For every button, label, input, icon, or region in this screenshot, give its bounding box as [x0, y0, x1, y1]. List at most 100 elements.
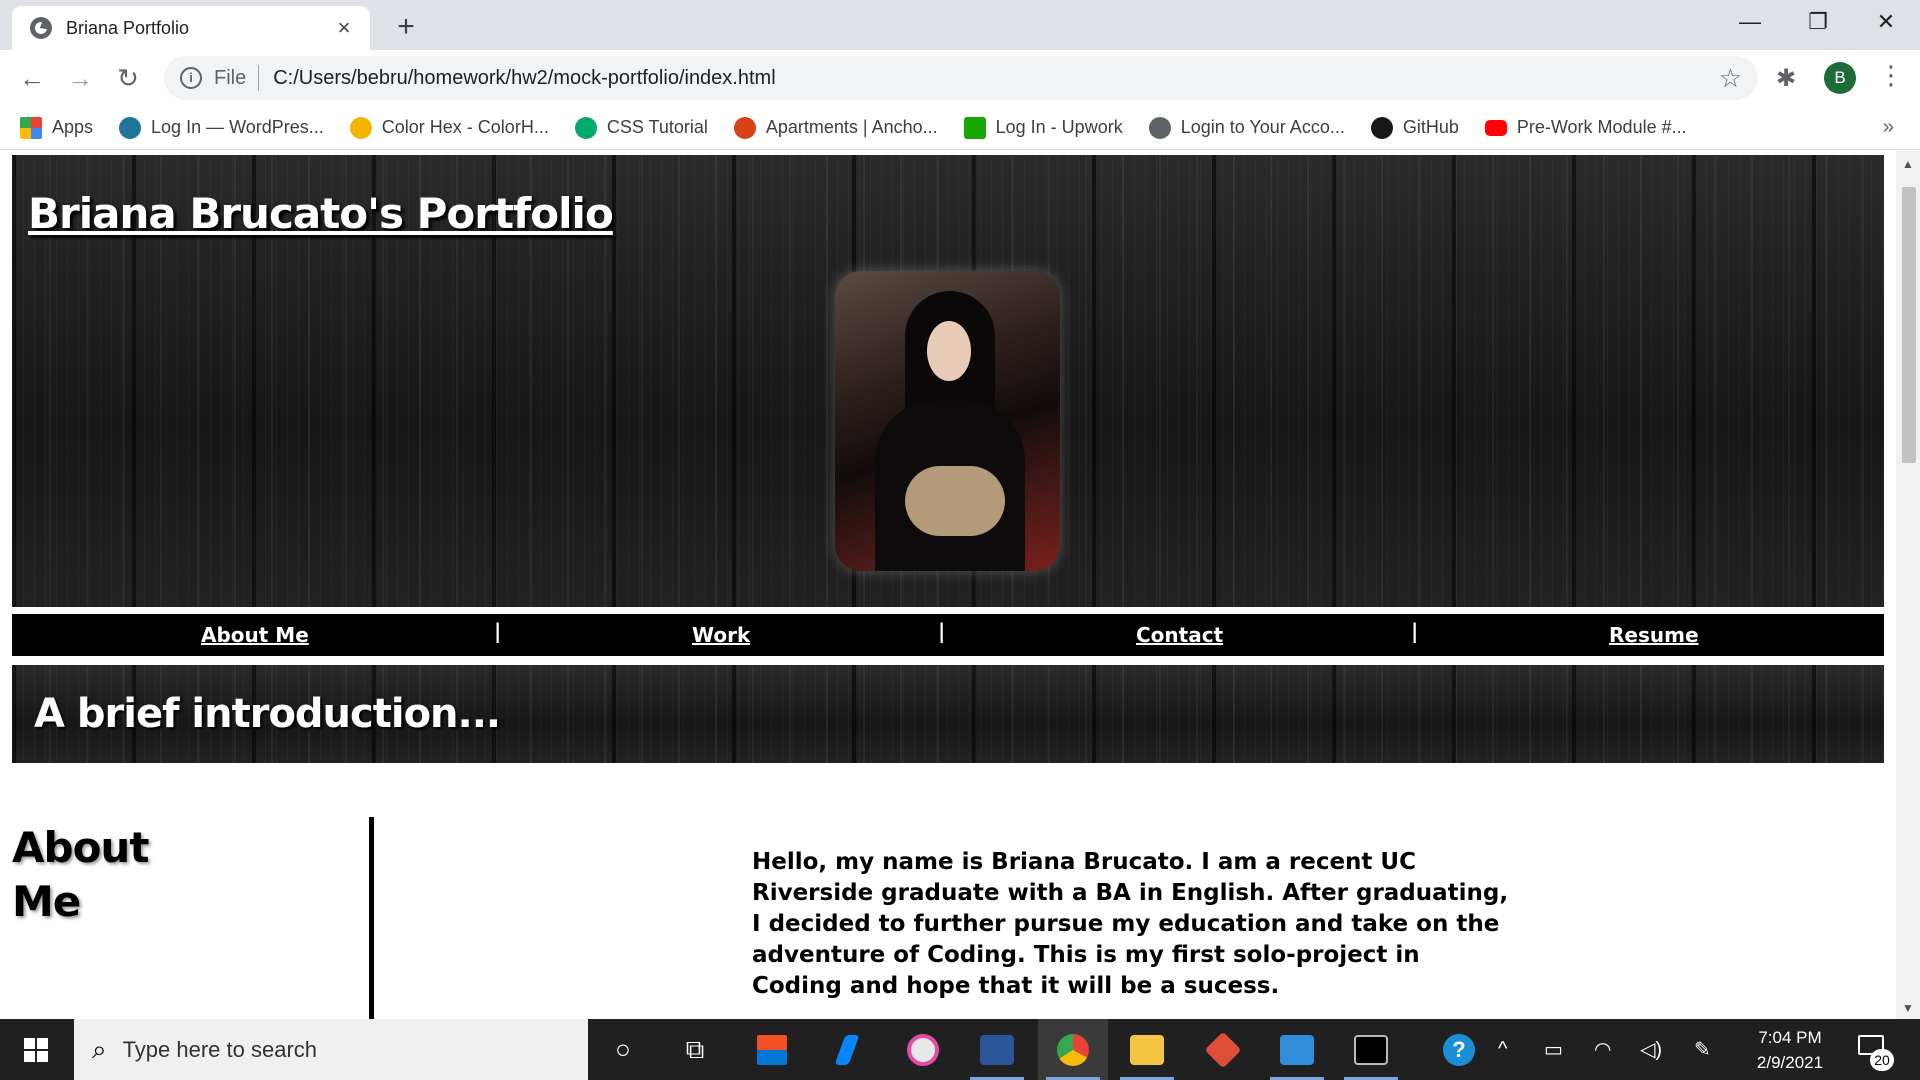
apps-grid-icon [20, 116, 42, 139]
bookmark-item[interactable]: Color Hex - ColorH... [349, 116, 549, 139]
bookmark-label: Log In — WordPres... [151, 117, 324, 137]
chrome-icon[interactable] [1038, 1019, 1108, 1080]
hero-banner: Briana Brucato's Portfolio [12, 155, 1884, 607]
cortana-icon[interactable]: ○ [588, 1019, 658, 1080]
git-gui-icon[interactable] [1188, 1019, 1258, 1080]
battery-icon[interactable]: ▭ [1544, 1019, 1563, 1080]
nav-resume[interactable]: Resume [1609, 623, 1699, 647]
help-icon[interactable]: ? [1424, 1019, 1494, 1080]
wordpress-icon [119, 116, 142, 139]
reload-button[interactable]: ↻ [110, 60, 146, 96]
terminal-icon[interactable] [1336, 1019, 1406, 1080]
bookmark-item[interactable]: Apartments | Ancho... [733, 116, 938, 139]
task-view-icon[interactable]: ⧉ [660, 1019, 730, 1080]
url-text[interactable]: C:/Users/bebru/homework/hw2/mock-portfol… [273, 67, 1718, 90]
url-scheme-label: File [214, 66, 247, 89]
page-viewport: Briana Brucato's Portfolio About Me | Wo… [0, 151, 1896, 1019]
extensions-icon[interactable]: ✱ [1776, 64, 1796, 93]
tab-briana-portfolio[interactable]: Briana Portfolio × [12, 6, 370, 50]
search-icon: ⌕ [92, 1033, 107, 1064]
scrollbar-thumb[interactable] [1902, 187, 1916, 463]
bookmark-label: GitHub [1402, 117, 1459, 137]
bookmark-item[interactable]: CSS Tutorial [574, 116, 708, 139]
globe-icon [1148, 116, 1171, 139]
bookmarks-overflow-icon[interactable]: » [1883, 116, 1894, 139]
profile-avatar[interactable]: B [1824, 62, 1856, 94]
bookmark-label: CSS Tutorial [606, 117, 708, 137]
about-heading-line2: Me [12, 877, 81, 926]
windows-logo-icon [24, 1037, 48, 1062]
new-tab-button[interactable]: + [390, 10, 422, 44]
browser-menu-icon[interactable]: ⋮ [1878, 60, 1904, 91]
scroll-up-arrow-icon[interactable]: ▲ [1896, 157, 1920, 171]
bookmark-star-icon[interactable]: ☆ [1719, 63, 1742, 94]
address-bar[interactable]: i File C:/Users/bebru/homework/hw2/mock-… [164, 56, 1758, 100]
bookmark-item[interactable]: Log In - Upwork [963, 116, 1123, 139]
clock-date: 2/9/2021 [1756, 1053, 1824, 1072]
photo-face [927, 321, 971, 381]
bookmark-label: Log In - Upwork [995, 117, 1123, 137]
vscode-icon[interactable] [1262, 1019, 1332, 1080]
youtube-icon [1484, 119, 1507, 136]
tab-title: Briana Portfolio [66, 17, 190, 38]
bookmark-item[interactable]: Apps [20, 116, 93, 139]
notifications-count: 20 [1870, 1049, 1894, 1071]
photo-dog [905, 466, 1005, 536]
wifi-icon[interactable]: ◠ [1594, 1019, 1611, 1080]
notifications-button[interactable]: 20 [1856, 1031, 1896, 1071]
about-divider [369, 817, 374, 1019]
browser-toolbar: ← → ↻ i File C:/Users/bebru/homework/hw2… [0, 50, 1920, 106]
file-explorer-icon[interactable] [1112, 1019, 1182, 1080]
tray-overflow-icon[interactable]: ^ [1498, 1019, 1507, 1080]
about-heading: About Me [12, 821, 149, 929]
bookmark-item[interactable]: GitHub [1370, 116, 1459, 139]
about-heading-line1: About [12, 823, 149, 872]
bookmark-item[interactable]: Pre-Work Module #... [1484, 117, 1687, 138]
upwork-icon [963, 116, 986, 139]
nav-separator: | [938, 619, 946, 643]
intro-title: A brief introduction... [34, 691, 501, 737]
tab-close-button[interactable]: × [332, 15, 356, 41]
intro-banner: A brief introduction... [12, 665, 1884, 763]
pen-icon[interactable]: ✎ [1694, 1019, 1711, 1080]
bookmark-label: Login to Your Acco... [1180, 117, 1345, 137]
back-button[interactable]: ← [14, 60, 50, 96]
forward-button[interactable]: → [62, 60, 98, 96]
bookmark-label: Pre-Work Module #... [1516, 117, 1687, 137]
minimize-button[interactable]: — [1716, 0, 1784, 44]
site-info-icon[interactable]: i [180, 67, 202, 89]
nav-work[interactable]: Work [692, 623, 750, 647]
window-close-button[interactable]: ✕ [1852, 0, 1920, 44]
bookmark-item[interactable]: Log In — WordPres... [119, 116, 324, 139]
bookmarks-bar: Apps Log In — WordPres... Color Hex - Colo… [0, 106, 1920, 150]
volume-icon[interactable]: ◁) [1640, 1019, 1662, 1080]
tab-strip: Briana Portfolio × + — ❐ ✕ [0, 0, 1920, 50]
clock-time: 7:04 PM [1758, 1028, 1822, 1047]
about-text: Hello, my name is Briana Brucato. I am a… [752, 849, 1509, 999]
word-icon[interactable] [962, 1019, 1032, 1080]
address-separator [258, 65, 260, 91]
profile-photo [835, 271, 1060, 571]
nav-about-me[interactable]: About Me [201, 623, 309, 647]
globe-icon [30, 17, 52, 39]
store-icon[interactable] [737, 1019, 807, 1080]
clock[interactable]: 7:04 PM 2/9/2021 [1740, 1025, 1840, 1075]
nav-separator: | [494, 619, 502, 643]
bookmark-label: Apartments | Ancho... [765, 117, 938, 137]
bookmark-item[interactable]: Login to Your Acco... [1148, 116, 1345, 139]
itunes-icon[interactable] [888, 1019, 958, 1080]
visual-studio-icon[interactable] [812, 1019, 882, 1080]
nav-contact[interactable]: Contact [1136, 623, 1223, 647]
page-scrollbar[interactable]: ▲ ▼ [1896, 151, 1920, 1019]
scroll-down-arrow-icon[interactable]: ▼ [1896, 1001, 1920, 1015]
taskbar-search[interactable]: ⌕ Type here to search [74, 1019, 588, 1080]
nav-separator: | [1411, 619, 1419, 643]
search-placeholder: Type here to search [122, 1036, 318, 1062]
site-title-link[interactable]: Briana Brucato's Portfolio [28, 189, 614, 238]
w3schools-icon [574, 116, 597, 139]
start-button[interactable] [0, 1019, 72, 1080]
github-icon [1370, 116, 1393, 139]
site-nav: About Me | Work | Contact | Resume [12, 614, 1884, 656]
windows-taskbar: ⌕ Type here to search ○ ⧉ ? ^ ▭ ◠ ◁) ✎ 7… [0, 1019, 1920, 1080]
restore-button[interactable]: ❐ [1784, 0, 1852, 44]
